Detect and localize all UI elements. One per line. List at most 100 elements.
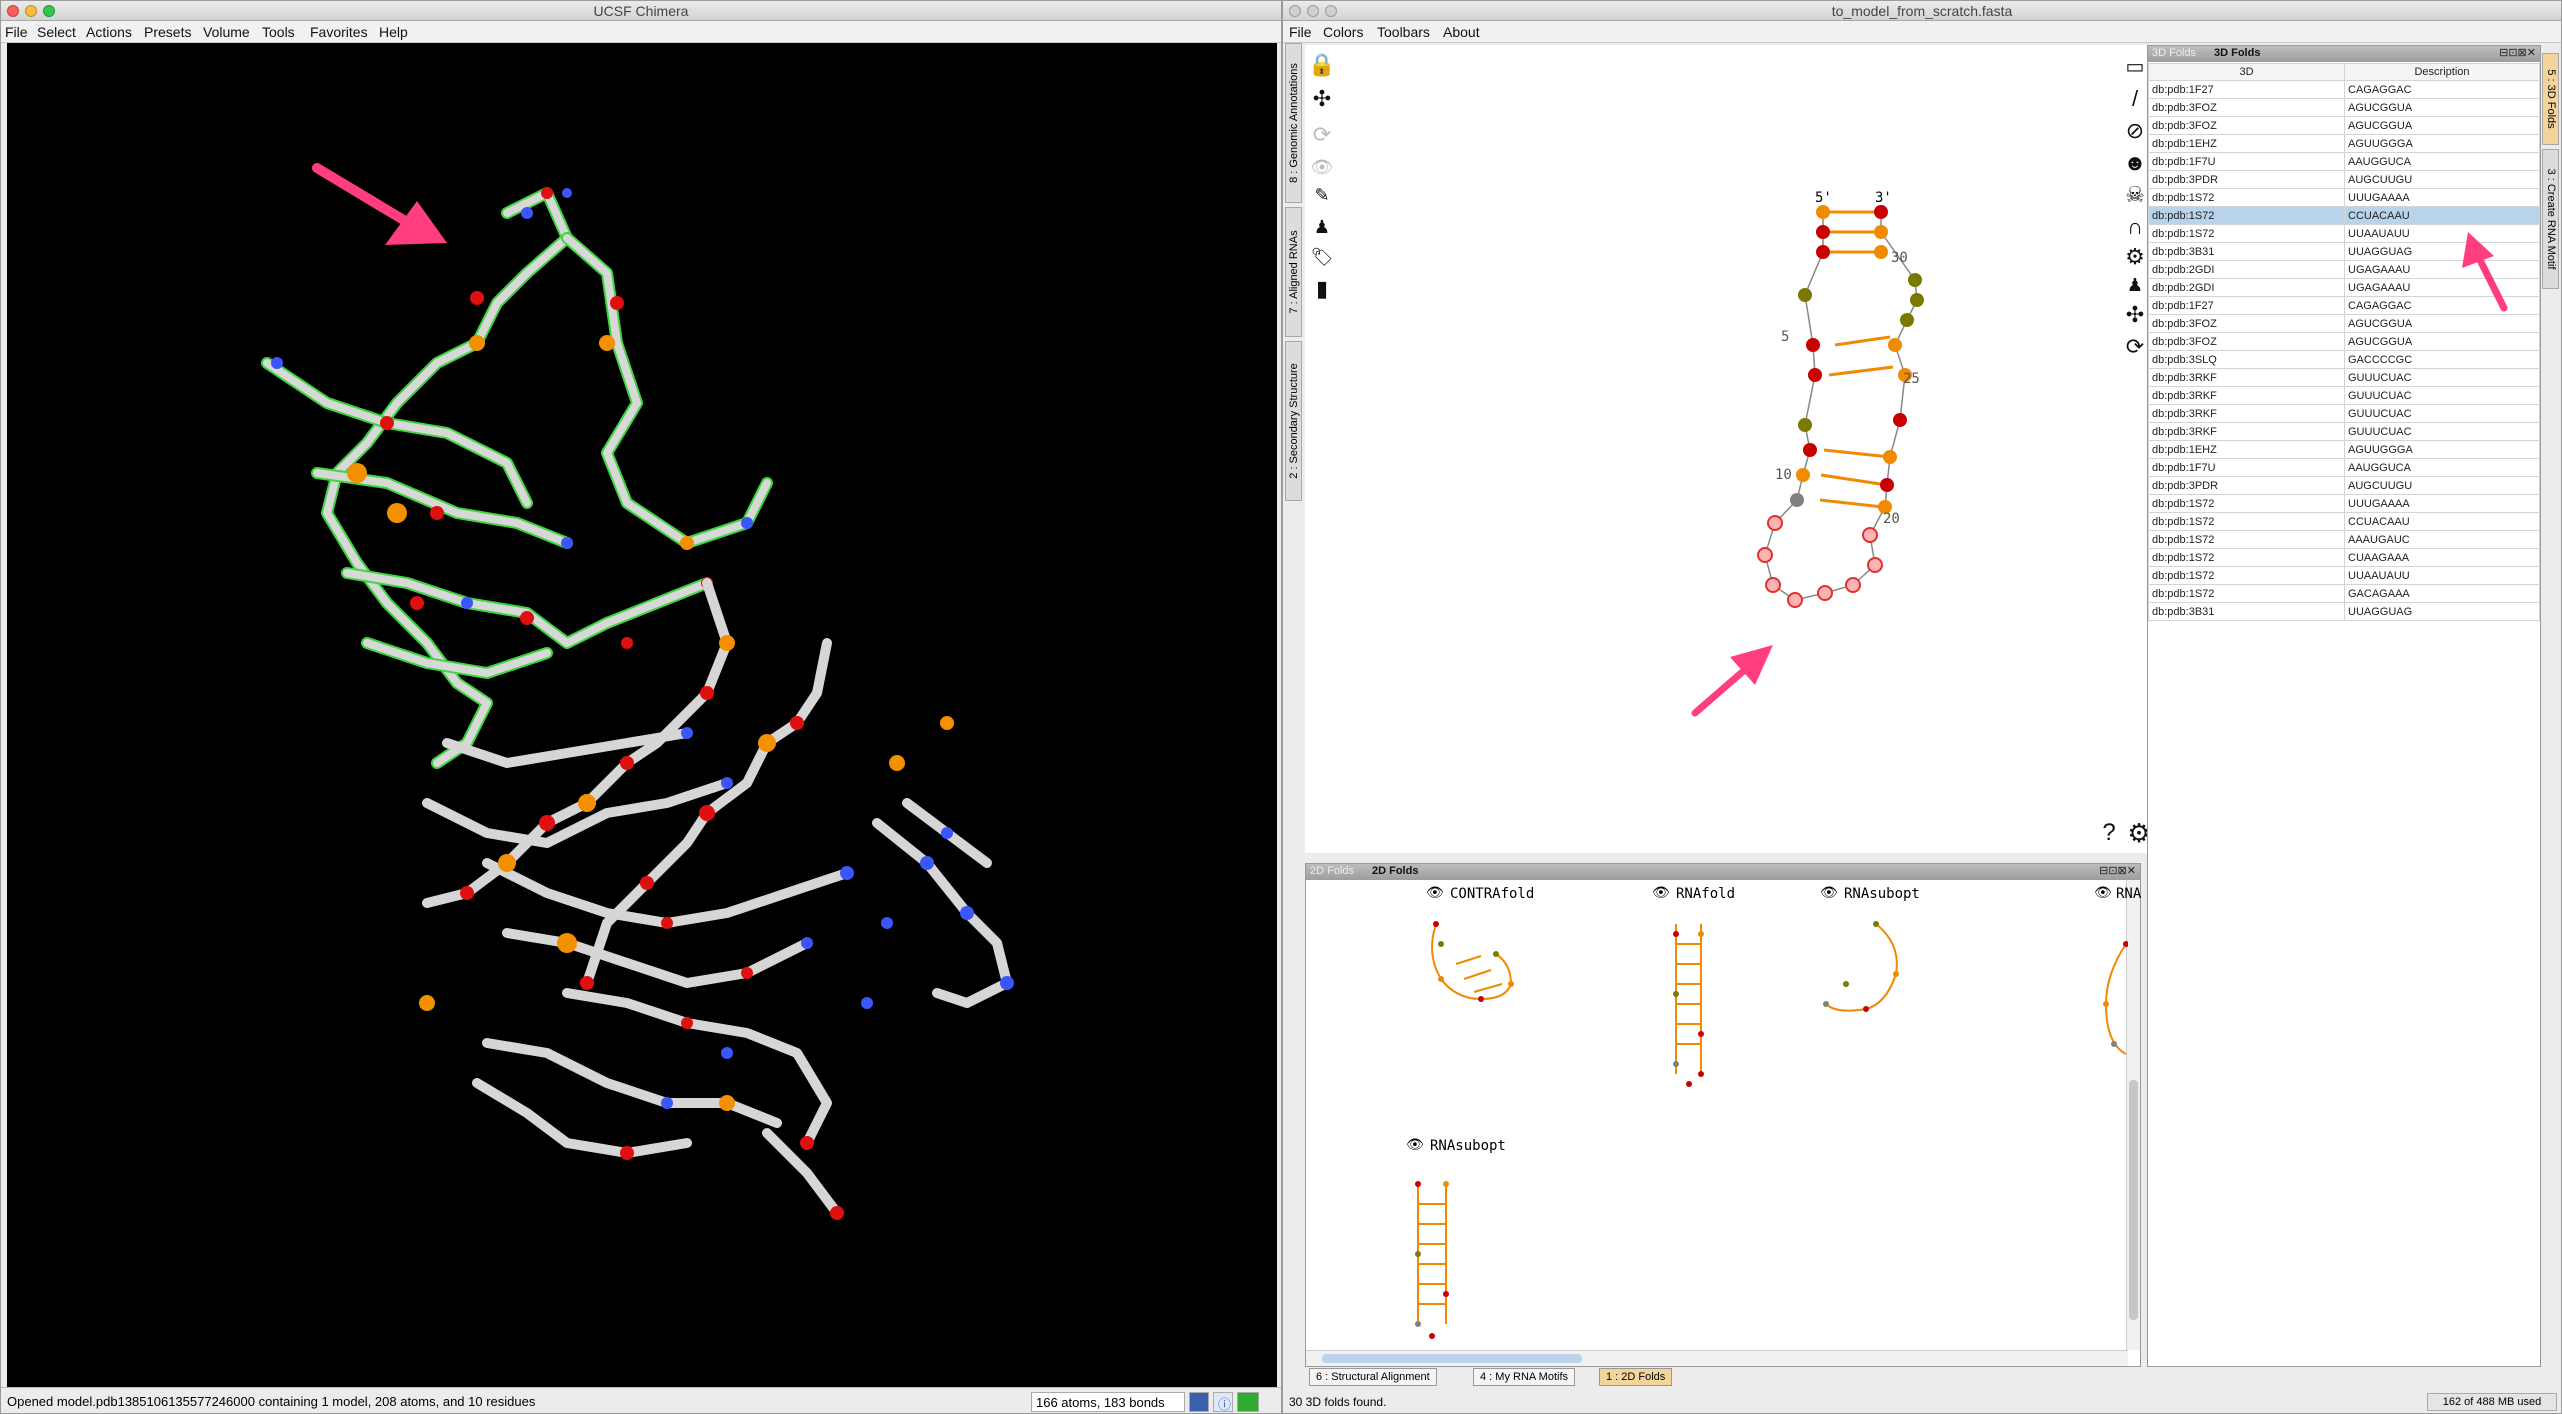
table-row[interactable]: db:pdb:1F27 CAGAGGAC — [2148, 80, 2540, 99]
cell-3d-id: db:pdb:1F27 — [2148, 296, 2345, 315]
cell-3d-id: db:pdb:3PDR — [2148, 170, 2345, 189]
folds-3d-rows: db:pdb:1F27 CAGAGGAC db:pdb:3FOZ AGUCGGUA db… — [2148, 80, 2540, 621]
tab-3d-folds[interactable]: 5 : 3D Folds — [2542, 53, 2559, 145]
scrollbar-thumb[interactable] — [2129, 1080, 2138, 1320]
tab-2d-folds[interactable]: 1 : 2D Folds — [1599, 1368, 1673, 1386]
menu-toolbars[interactable]: Toolbars — [1377, 24, 1430, 40]
cell-description: AAAUGAUC — [2344, 530, 2540, 549]
cell-description: AAUGGUCA — [2344, 152, 2540, 171]
table-row[interactable]: db:pdb:1S72 CCUACAAU — [2148, 512, 2540, 531]
cell-description: AGUCGGUA — [2344, 314, 2540, 333]
forbidden-icon[interactable]: ⊘ — [2121, 117, 2149, 145]
eye-icon[interactable]: 👁 — [1426, 884, 1444, 901]
folds-2d-panel: 2D Folds 2D Folds ⊟⊡⊠✕ 👁 CONTRAfold 👁 RN… — [1305, 863, 2141, 1367]
menu-file[interactable]: File — [1289, 24, 1312, 40]
table-row[interactable]: db:pdb:3RKF GUUUCUAC — [2148, 422, 2540, 441]
table-row[interactable]: db:pdb:1S72 UUAAUAUU — [2148, 566, 2540, 585]
table-row[interactable]: db:pdb:1S72 UUUGAAAA — [2148, 188, 2540, 207]
table-row[interactable]: db:pdb:3PDR AUGCUUGU — [2148, 170, 2540, 189]
table-row[interactable]: db:pdb:1S72 AAAUGAUC — [2148, 530, 2540, 549]
menu-colors[interactable]: Colors — [1323, 24, 1363, 40]
cell-description: UUUGAAAA — [2344, 494, 2540, 513]
menu-actions[interactable]: Actions — [86, 24, 132, 40]
gears-icon[interactable]: ⚙ — [2121, 243, 2149, 271]
table-row[interactable]: db:pdb:3RKF GUUUCUAC — [2148, 368, 2540, 387]
eye-icon[interactable]: 👁 — [1820, 884, 1838, 901]
menu-help[interactable]: Help — [379, 24, 408, 40]
menu-select[interactable]: Select — [37, 24, 76, 40]
panel-window-controls-icon[interactable]: ⊟⊡⊠✕ — [2099, 864, 2136, 877]
refresh-icon[interactable]: ⟳ — [2121, 333, 2149, 361]
tab-genomic-annotations[interactable]: 8 : Genomic Annotations — [1285, 43, 1302, 203]
menu-volume[interactable]: Volume — [203, 24, 250, 40]
cell-description: AGUUGGGA — [2344, 134, 2540, 153]
table-row[interactable]: db:pdb:1S72 UUUGAAAA — [2148, 494, 2540, 513]
table-row[interactable]: db:pdb:1S72 CUAAGAAA — [2148, 548, 2540, 567]
menu-tools[interactable]: Tools — [262, 24, 295, 40]
pencil-icon[interactable]: / — [2121, 85, 2149, 113]
horizontal-scrollbar[interactable] — [1306, 1350, 2128, 1366]
cell-3d-id: db:pdb:2GDI — [2148, 278, 2345, 297]
menu-file[interactable]: File — [5, 24, 28, 40]
smiley-icon[interactable]: ☻ — [2121, 149, 2149, 177]
cell-description: AGUCGGUA — [2344, 98, 2540, 117]
table-row[interactable]: db:pdb:1S72 CCUACAAU — [2148, 206, 2540, 225]
brush-icon[interactable]: ♟ — [2121, 271, 2149, 299]
cell-3d-id: db:pdb:3SLQ — [2148, 350, 2345, 369]
table-row[interactable]: db:pdb:3B31 UUAGGUAG — [2148, 602, 2540, 621]
table-row[interactable]: db:pdb:1F7U AAUGGUCA — [2148, 152, 2540, 171]
cell-3d-id: db:pdb:1F7U — [2148, 458, 2345, 477]
assemble-menubar: File Colors Toolbars About — [1283, 21, 2561, 43]
position-label-30: 30 — [1891, 250, 1908, 266]
fit-icon[interactable]: ✣ — [2121, 301, 2149, 329]
table-row[interactable]: db:pdb:3RKF GUUUCUAC — [2148, 386, 2540, 405]
command-line-icon[interactable] — [1189, 1392, 1209, 1412]
tab-create-rna-motif[interactable]: 3 : Create RNA Motif — [2542, 149, 2559, 289]
cell-description: UUAGGUAG — [2344, 602, 2540, 621]
cell-3d-id: db:pdb:3B31 — [2148, 602, 2345, 621]
magnet-icon[interactable]: ∩ — [2121, 213, 2149, 241]
cell-description: UUAAUAUU — [2344, 566, 2540, 585]
reply-log-icon[interactable] — [1237, 1392, 1259, 1412]
window-title: UCSF Chimera — [593, 3, 689, 19]
table-row[interactable]: db:pdb:3FOZ AGUCGGUA — [2148, 116, 2540, 135]
cell-3d-id: db:pdb:1F27 — [2148, 80, 2345, 99]
skull-icon[interactable]: ☠ — [2121, 181, 2149, 209]
cell-description: AUGCUUGU — [2344, 170, 2540, 189]
eye-icon[interactable]: 👁 — [1652, 884, 1670, 901]
cell-description: GUUUCUAC — [2344, 404, 2540, 423]
menu-presets[interactable]: Presets — [144, 24, 191, 40]
table-row[interactable]: db:pdb:3RKF GUUUCUAC — [2148, 404, 2540, 423]
table-row[interactable]: db:pdb:3FOZ AGUCGGUA — [2148, 332, 2540, 351]
table-row[interactable]: db:pdb:3FOZ AGUCGGUA — [2148, 98, 2540, 117]
menu-about[interactable]: About — [1443, 24, 1480, 40]
position-label-10: 10 — [1775, 467, 1792, 483]
table-row[interactable]: db:pdb:3SLQ GACCCCGC — [2148, 350, 2540, 369]
monitor-icon[interactable]: ▭ — [2121, 53, 2149, 81]
tab-structural-alignment[interactable]: 6 : Structural Alignment — [1309, 1368, 1437, 1386]
cell-3d-id: db:pdb:1S72 — [2148, 548, 2345, 567]
tab-my-rna-motifs[interactable]: 4 : My RNA Motifs — [1473, 1368, 1576, 1386]
fold-label-rnafold: RNAfold — [1676, 886, 1736, 902]
tab-secondary-structure[interactable]: 2 : Secondary Structure — [1285, 341, 1302, 501]
table-row[interactable]: db:pdb:1EHZ AGUUGGGA — [2148, 440, 2540, 459]
info-icon[interactable]: ⓘ — [1213, 1392, 1233, 1412]
eye-icon[interactable]: 👁 — [2094, 884, 2112, 901]
column-header-description[interactable]: Description — [2344, 63, 2540, 81]
assemble-titlebar: to_model_from_scratch.fasta — [1283, 1, 2561, 21]
vertical-scrollbar[interactable] — [2126, 880, 2140, 1350]
table-row[interactable]: db:pdb:1S72 GACAGAAA — [2148, 584, 2540, 603]
panel-window-controls-icon[interactable]: ⊟⊡⊠✕ — [2499, 46, 2536, 59]
column-header-3d[interactable]: 3D — [2148, 63, 2345, 81]
molecule-viewer[interactable] — [7, 43, 1277, 1387]
menu-favorites[interactable]: Favorites — [310, 24, 368, 40]
cell-3d-id: db:pdb:1F7U — [2148, 152, 2345, 171]
five-prime-label: 5' — [1815, 190, 1832, 206]
scrollbar-thumb[interactable] — [1322, 1354, 1582, 1363]
memory-indicator[interactable]: 162 of 488 MB used — [2427, 1393, 2557, 1411]
table-row[interactable]: db:pdb:3PDR AUGCUUGU — [2148, 476, 2540, 495]
tab-aligned-rnas[interactable]: 7 : Aligned RNAs — [1285, 207, 1302, 337]
table-row[interactable]: db:pdb:1EHZ AGUUGGGA — [2148, 134, 2540, 153]
table-row[interactable]: db:pdb:1F7U AAUGGUCA — [2148, 458, 2540, 477]
table-row[interactable]: db:pdb:3FOZ AGUCGGUA — [2148, 314, 2540, 333]
